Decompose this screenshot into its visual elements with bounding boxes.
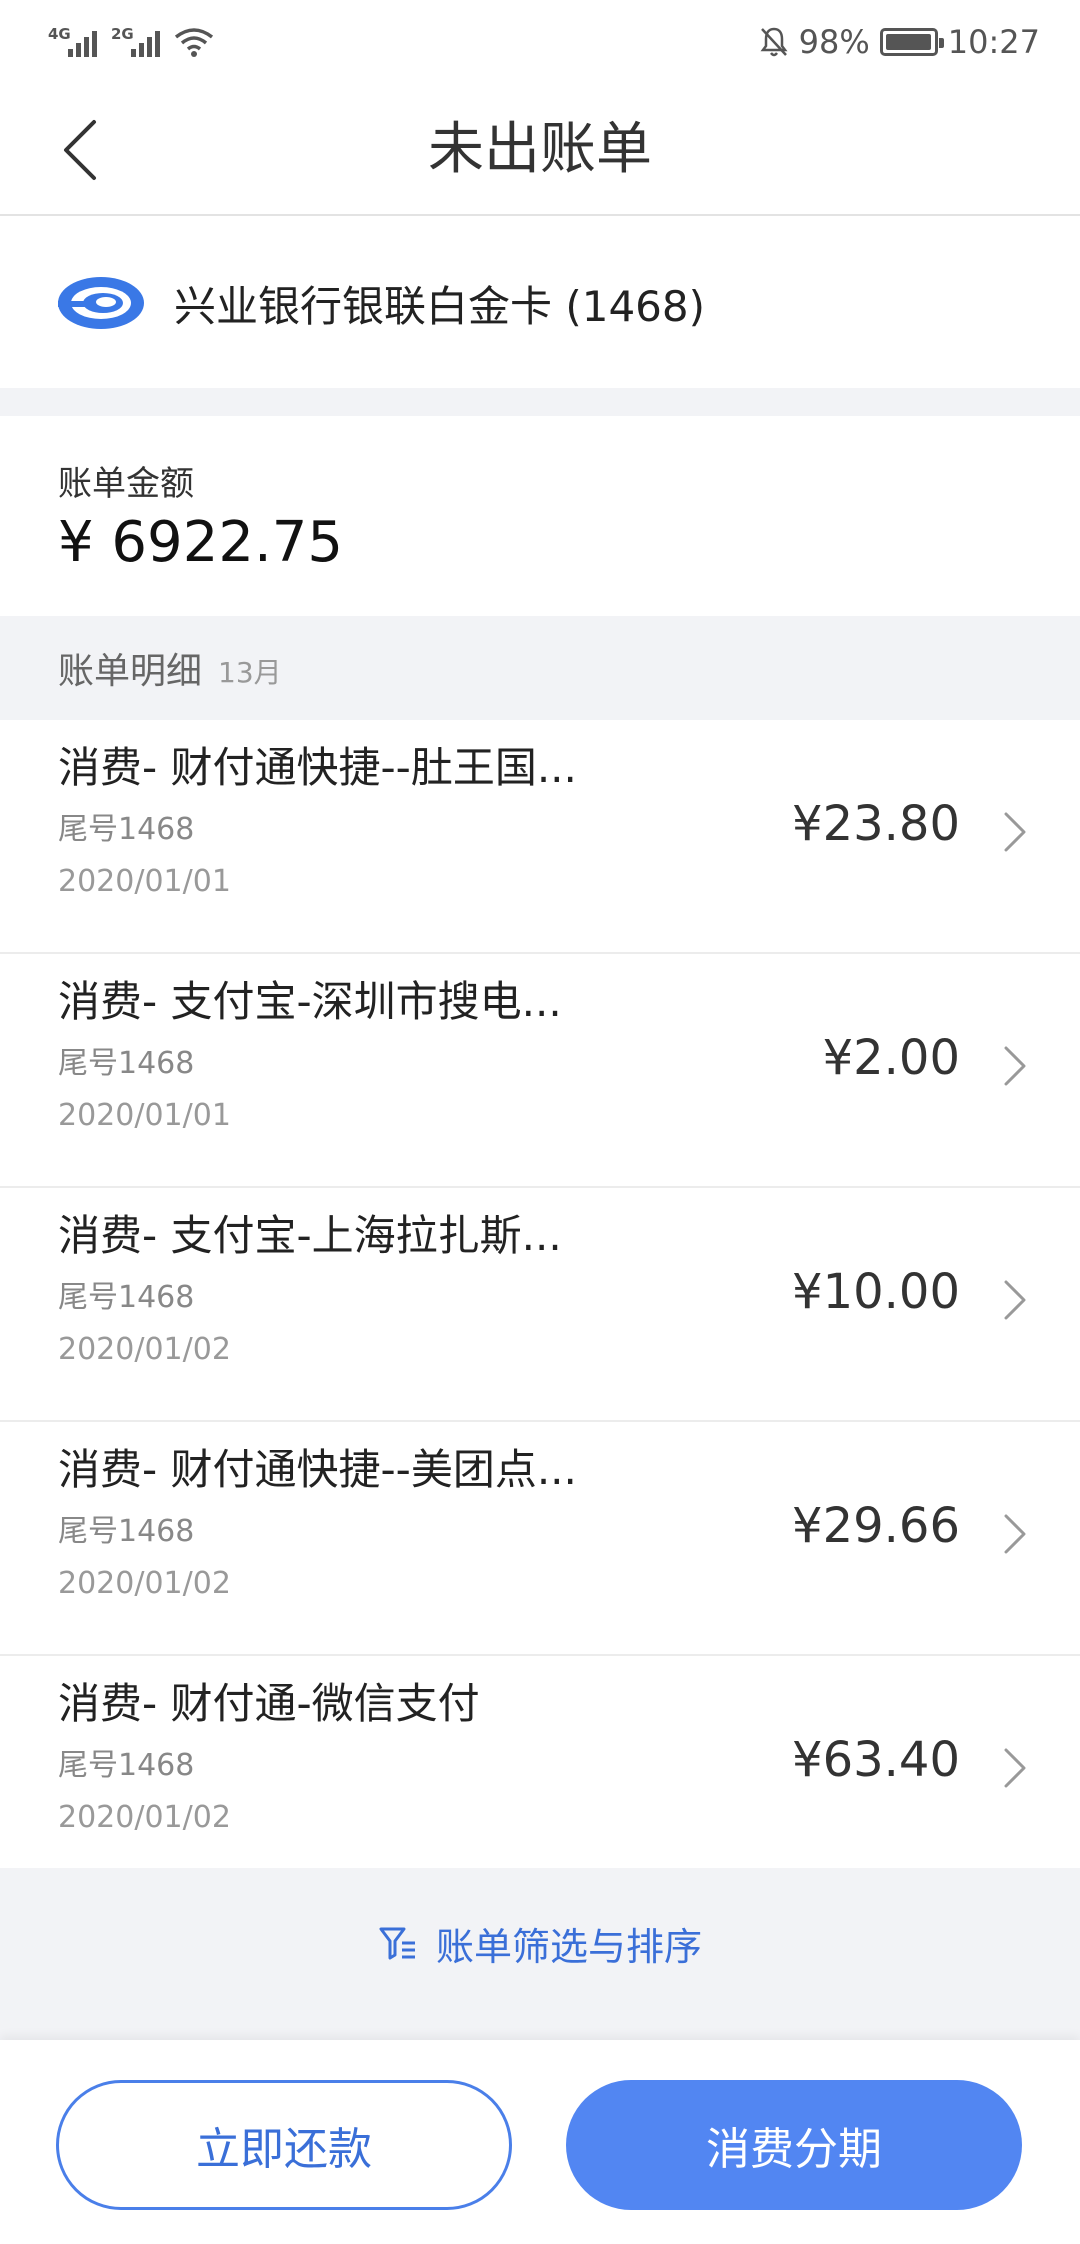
battery-icon	[879, 28, 944, 56]
transaction-card-tail: 尾号1468	[58, 1748, 195, 1783]
card-name: 兴业银行银联白金卡 (1468)	[174, 281, 706, 331]
transaction-date: 2020/01/02	[58, 1800, 231, 1835]
status-bar-left: 4G 2G	[48, 25, 214, 57]
page-title: 未出账单	[428, 117, 652, 182]
network-type-label: 4G	[48, 25, 71, 43]
section-divider	[0, 388, 1080, 416]
title-bar: 未出账单	[0, 84, 1080, 216]
transaction-title: 消费- 财付通快捷--美团点...	[58, 1445, 577, 1494]
battery-fill	[885, 34, 931, 50]
transaction-card-tail: 尾号1468	[58, 1046, 195, 1081]
chevron-right-icon	[1004, 1280, 1026, 1320]
signal-4g-icon: 4G	[48, 25, 97, 57]
filter-bar: 账单筛选与排序	[0, 1868, 1080, 2040]
transaction-card-tail: 尾号1468	[58, 1514, 195, 1549]
transaction-amount: ¥63.40	[792, 1732, 960, 1788]
installment-button[interactable]: 消费分期	[566, 2080, 1022, 2210]
transaction-date: 2020/01/01	[58, 864, 231, 899]
status-bar: 4G 2G 98% 10:27	[0, 0, 1080, 84]
wifi-icon	[174, 28, 214, 57]
transaction-list: 消费- 财付通快捷--肚王国... 尾号1468 2020/01/01 ¥23.…	[0, 720, 1080, 1890]
card-info: 兴业银行银联白金卡 (1468)	[0, 218, 1080, 388]
transaction-amount: ¥29.66	[792, 1498, 960, 1554]
transaction-card-tail: 尾号1468	[58, 812, 195, 847]
filter-sort-button[interactable]: 账单筛选与排序	[378, 1916, 702, 1971]
bottom-action-bar: 立即还款 消费分期	[0, 2040, 1080, 2244]
signal-2g-icon: 2G	[111, 25, 160, 57]
transaction-title: 消费- 支付宝-上海拉扎斯...	[58, 1211, 562, 1260]
bank-logo-icon	[58, 277, 144, 329]
bill-details-month: 13月	[218, 656, 282, 689]
transaction-title: 消费- 支付宝-深圳市搜电...	[58, 977, 562, 1026]
transaction-card-tail: 尾号1468	[58, 1280, 195, 1315]
chevron-right-icon	[1004, 1748, 1026, 1788]
transaction-date: 2020/01/02	[58, 1332, 231, 1367]
transaction-row[interactable]: 消费- 支付宝-深圳市搜电... 尾号1468 2020/01/01 ¥2.00	[0, 954, 1080, 1188]
transaction-title: 消费- 财付通-微信支付	[58, 1679, 480, 1728]
chevron-right-icon	[1004, 1046, 1026, 1086]
transaction-date: 2020/01/02	[58, 1566, 231, 1601]
transaction-row[interactable]: 消费- 财付通快捷--美团点... 尾号1468 2020/01/02 ¥29.…	[0, 1422, 1080, 1656]
chevron-right-icon	[1004, 812, 1026, 852]
transaction-row[interactable]: 消费- 财付通-微信支付 尾号1468 2020/01/02 ¥63.40	[0, 1656, 1080, 1890]
transaction-row[interactable]: 消费- 支付宝-上海拉扎斯... 尾号1468 2020/01/02 ¥10.0…	[0, 1188, 1080, 1422]
network-type-label: 2G	[111, 25, 134, 43]
bill-amount-label: 账单金额	[58, 464, 194, 504]
clock: 10:27	[947, 23, 1040, 61]
bill-details-header: 账单明细 13月	[0, 616, 1080, 720]
transaction-date: 2020/01/01	[58, 1098, 231, 1133]
transaction-amount: ¥23.80	[792, 796, 960, 852]
mute-bell-icon	[760, 27, 788, 57]
bill-details-title: 账单明细	[58, 651, 203, 692]
filter-icon	[379, 1927, 415, 1960]
transaction-row[interactable]: 消费- 财付通快捷--肚王国... 尾号1468 2020/01/01 ¥23.…	[0, 720, 1080, 954]
transaction-amount: ¥2.00	[822, 1030, 960, 1086]
transaction-amount: ¥10.00	[792, 1264, 960, 1320]
filter-sort-label: 账单筛选与排序	[435, 1924, 702, 1969]
status-bar-right: 98% 10:27	[759, 23, 1040, 61]
bill-amount-value: ¥ 6922.75	[58, 510, 344, 575]
repay-now-button[interactable]: 立即还款	[56, 2080, 512, 2210]
transaction-title: 消费- 财付通快捷--肚王国...	[58, 743, 577, 792]
battery-percent: 98%	[798, 23, 870, 61]
chevron-right-icon	[1004, 1514, 1026, 1554]
bill-amount-section: 账单金额 ¥ 6922.75	[0, 416, 1080, 616]
